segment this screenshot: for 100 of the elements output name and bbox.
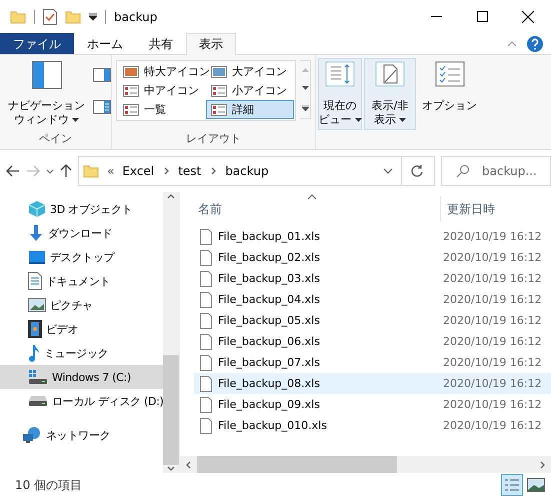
chevron-icon [162,167,170,175]
nav-item[interactable]: デスクトップ [0,245,163,269]
file-icon [200,292,212,308]
nav-item[interactable]: ビデオ [0,317,163,341]
modified-date: 2020/10/19 16:12 [443,398,542,411]
recent-locations-icon[interactable] [46,168,54,174]
view-button[interactable] [501,474,523,496]
layout-icon [211,66,227,78]
item-count: 10 個の項目 [15,476,82,494]
sort-icon [325,61,355,87]
nav-item[interactable]: ドキュメント [0,269,163,293]
drive-icon [28,395,48,407]
up-button[interactable] [60,164,72,178]
nav-item[interactable]: ダウンロード [0,221,163,245]
dropdown-icon[interactable] [383,168,393,174]
drive-icon [28,369,48,385]
file-name: File_backup_02.xls [217,251,321,264]
layout-option[interactable]: 一覧 [118,100,206,119]
file-row[interactable]: File_backup_08.xls 2020/10/19 16:12 [194,373,551,394]
ribbon-tab[interactable]: ホーム [74,33,136,54]
search-icon [456,164,470,178]
close-button[interactable] [522,10,534,22]
file-row[interactable]: File_backup_03.xls 2020/10/19 16:12 [194,268,551,289]
options-button[interactable]: オプション [418,58,481,130]
file-icon [200,396,212,412]
show-hide-button[interactable]: 表示/非 表示 [364,58,416,130]
film-icon [28,320,42,338]
breadcrumb[interactable]: test [178,164,202,178]
layout-option[interactable]: 小アイコン [206,81,294,100]
file-icon [200,312,212,328]
back-button[interactable] [6,165,20,177]
file-row[interactable]: File_backup_07.xls 2020/10/19 16:12 [194,352,551,373]
nav-item[interactable]: 3D オブジェクト [0,197,163,221]
nav-item[interactable]: ローカル ディスク (D:) [0,389,163,413]
gallery-scroll-buttons[interactable] [300,60,311,119]
cube-icon [28,200,46,218]
file-row[interactable]: File_backup_02.xls 2020/10/19 16:12 [194,247,551,268]
ribbon-tab[interactable]: 共有 [136,33,186,54]
horizontal-scrollbar[interactable] [180,456,551,473]
layout-option[interactable]: 詳細 [206,100,294,119]
file-name: File_backup_08.xls [217,377,321,390]
file-icon [200,418,212,434]
nav-item[interactable]: ネットワーク [0,423,163,447]
caret-icon [72,118,79,122]
breadcrumb[interactable]: Excel [122,164,154,178]
file-row[interactable]: File_backup_06.xls 2020/10/19 16:12 [194,331,551,352]
column-header[interactable]: 更新日時 [441,196,495,222]
collapse-ribbon-icon[interactable] [507,40,517,46]
file-row[interactable]: File_backup_05.xls 2020/10/19 16:12 [194,310,551,331]
current-view-button[interactable]: 現在の ビュー [318,58,362,130]
ribbon-tab[interactable]: 表示 [186,33,236,55]
modified-date: 2020/10/19 16:12 [443,251,542,264]
ribbon-tab[interactable]: ファイル [0,33,74,54]
monitor-icon [28,250,46,264]
music-note-icon [28,344,40,362]
nav-item[interactable]: ミュージック [0,341,163,365]
details-pane-icon[interactable] [93,100,111,114]
checklist-icon[interactable] [43,8,57,24]
file-name: File_backup_07.xls [217,356,321,369]
group-label: レイアウト [185,131,242,147]
maximize-button[interactable] [476,11,488,22]
nav-item[interactable]: ピクチャ [0,293,163,317]
breadcrumb[interactable]: backup [225,164,269,178]
modified-date: 2020/10/19 16:12 [443,293,542,306]
down-arrow-icon [302,86,308,90]
preview-pane-icon[interactable] [93,68,111,82]
group-label: ペイン [38,131,73,147]
dropdown-icon[interactable] [89,12,97,20]
search-box[interactable]: backup... [441,156,551,186]
file-name: File_backup_04.xls [217,293,321,306]
options-icon [434,61,464,87]
details-view-icon [504,478,520,492]
file-name: File_backup_03.xls [217,272,321,285]
modified-date: 2020/10/19 16:12 [443,335,542,348]
network-icon [22,426,42,444]
layout-option[interactable]: 中アイコン [118,81,206,100]
modified-date: 2020/10/19 16:12 [443,377,542,390]
file-row[interactable]: File_backup_09.xls 2020/10/19 16:12 [194,394,551,415]
file-icon [200,228,212,244]
nav-item[interactable]: Windows 7 (C:) [0,365,163,389]
folder-icon [10,8,26,24]
tiles-view-icon [527,478,545,492]
file-row[interactable]: File_backup_01.xls 2020/10/19 16:12 [194,226,551,247]
modified-date: 2020/10/19 16:12 [443,419,542,432]
overflow-marker[interactable]: « [107,164,114,178]
layout-icon [211,84,227,96]
file-row[interactable]: File_backup_010.xls 2020/10/19 16:12 [194,415,551,436]
navigation-pane-button[interactable]: ナビゲーション ウィンドウ [4,58,89,130]
layout-icon [123,104,139,116]
file-row[interactable]: File_backup_04.xls 2020/10/19 16:12 [194,289,551,310]
file-name: File_backup_05.xls [217,314,321,327]
help-icon[interactable] [527,36,543,52]
down-arrow-icon [28,224,44,242]
column-header[interactable]: 名前 [180,196,441,222]
minimize-button[interactable] [430,16,442,18]
vertical-scrollbar[interactable] [163,192,179,473]
chevron-icon [209,167,218,175]
layout-icon [211,104,227,116]
modified-date: 2020/10/19 16:12 [443,356,542,369]
refresh-icon[interactable] [410,164,424,178]
